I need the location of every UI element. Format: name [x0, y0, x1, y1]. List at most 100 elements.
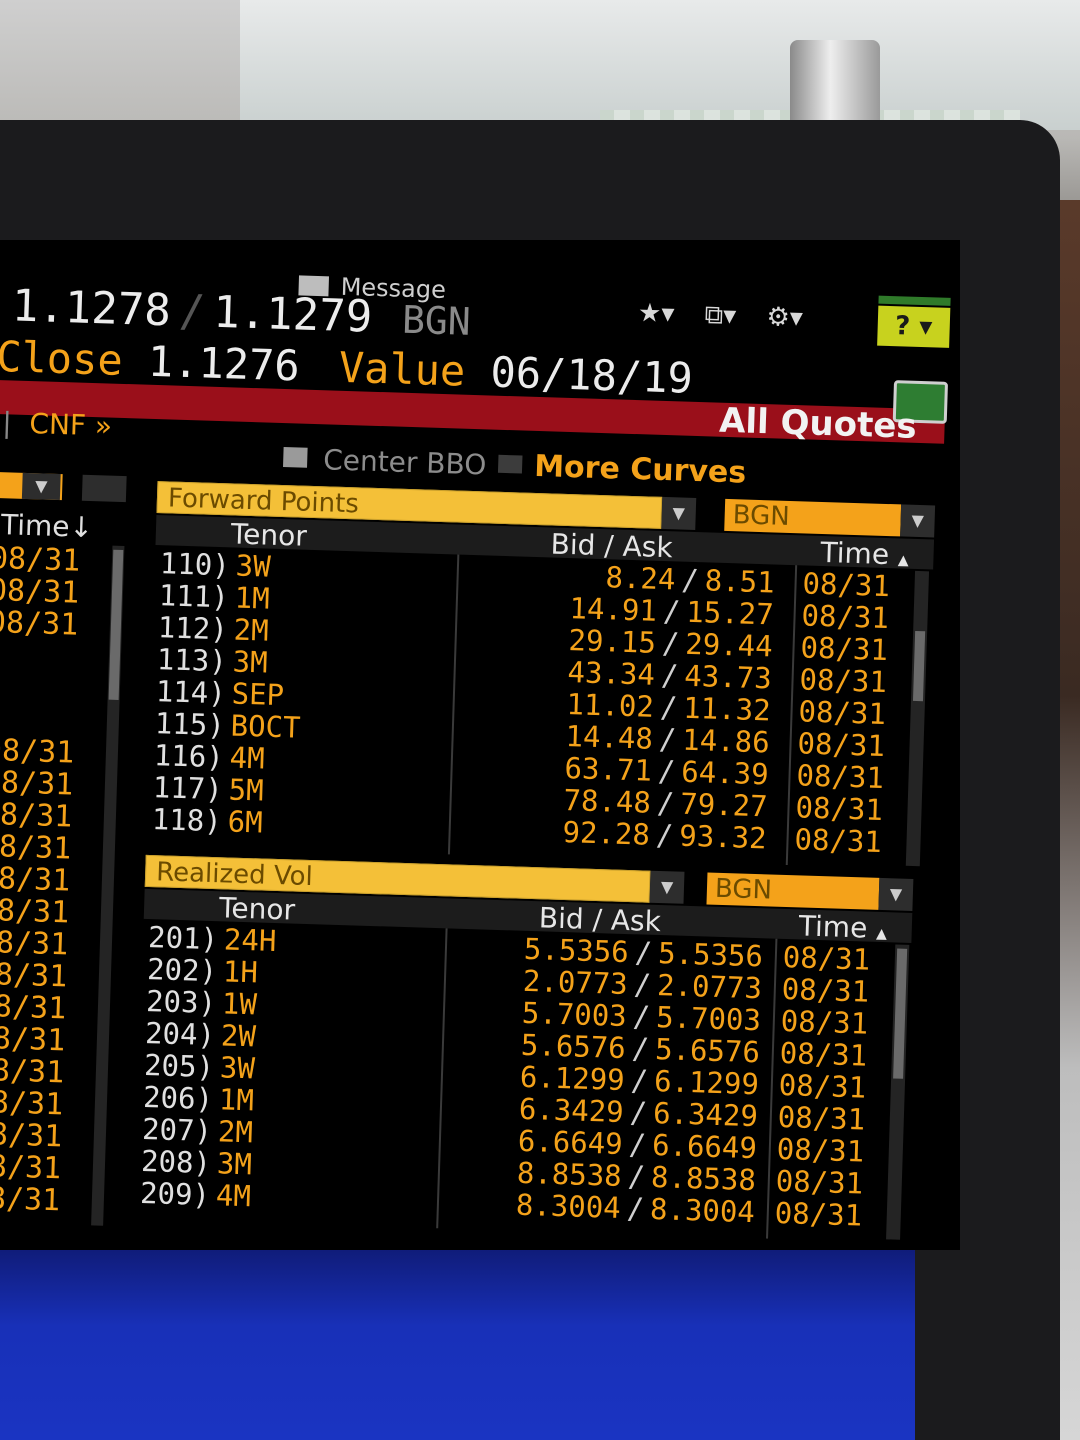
separator: / — [630, 1063, 649, 1098]
row-number: 111) — [158, 578, 230, 615]
ask-value: 11.32 — [682, 690, 772, 728]
tenor-label: 5M — [228, 772, 265, 808]
bid-value: 14.91 — [569, 591, 658, 628]
time-cell: 08/31 — [780, 1003, 869, 1041]
row-number: 203) — [145, 983, 217, 1021]
left-time-cell: 08/31 — [0, 732, 75, 771]
projector-screen — [240, 0, 1080, 132]
forward-points-source[interactable]: BGN — [724, 498, 902, 537]
ask-value: 8.51 — [704, 563, 776, 600]
tenor-label: 24H — [223, 922, 277, 959]
row-number: 110) — [159, 546, 231, 583]
ask-value: 43.73 — [683, 658, 773, 696]
forward-points-tenor-list: 110) 3W 111) 1M 112) 2M 113) 3M 114) SEP 115) BOCT 1… — [151, 546, 306, 840]
more-curves-checkbox[interactable] — [498, 454, 523, 474]
value-date: 06/18/19 — [489, 347, 694, 403]
realized-vol-source[interactable]: BGN — [706, 872, 880, 910]
bid-value: 78.48 — [563, 782, 652, 820]
time-cell: 08/31 — [776, 1131, 865, 1169]
left-time-cell: 08/31 — [0, 1020, 66, 1059]
left-time-cell: 08/31 — [0, 828, 72, 867]
left-empty-row — [0, 638, 78, 673]
realized-vol-time-list: 08/31 08/31 08/31 08/31 08/31 08/31 08/31 08/31… — [774, 940, 870, 1233]
time-cell: 08/31 — [781, 971, 870, 1009]
tenor-label: 4M — [215, 1178, 252, 1214]
popout-icon[interactable] — [81, 474, 127, 503]
time-cell: 08/31 — [794, 822, 883, 859]
left-time-cell: 08/31 — [0, 540, 81, 579]
separator: / — [658, 721, 677, 757]
left-time-cell: 08/31 — [0, 860, 71, 899]
favorite-star-icon[interactable]: ★▾ — [638, 298, 675, 329]
tenor-label: 1W — [221, 986, 258, 1022]
bid-value: 11.02 — [566, 687, 655, 724]
left-time-cell: 08/31 — [0, 924, 69, 963]
gear-icon[interactable]: ⚙▾ — [766, 302, 803, 333]
separator: / — [655, 817, 674, 853]
table-row[interactable]: 209) 4M — [140, 1176, 269, 1214]
price-source: BGN — [401, 297, 472, 344]
tenor-label: 2W — [220, 1018, 257, 1054]
close-value: 1.1276 — [147, 336, 301, 391]
time-cell: 08/31 — [778, 1067, 867, 1105]
bid-ask-header[interactable]: Bid / Ask — [550, 527, 673, 564]
forward-points-scrollbar[interactable] — [905, 570, 930, 867]
bid-value: 29.15 — [568, 623, 657, 660]
center-bbo-checkbox[interactable] — [283, 447, 308, 468]
help-button[interactable]: ? ▾ — [877, 305, 951, 348]
time-cell: 08/31 — [774, 1195, 863, 1233]
cnf-link[interactable]: | CNF » — [2, 406, 113, 442]
value-label: Value — [338, 342, 467, 396]
terminal-window: Message ★▾ ⧉▾ ⚙▾ ? ▾ 1.1278/1.1279 BGN Cl… — [0, 240, 960, 1250]
chevron-down-icon[interactable]: ▼ — [661, 496, 697, 530]
chevron-down-icon[interactable]: ▼ — [878, 877, 914, 911]
tenor-label: 1M — [218, 1082, 255, 1118]
left-time-cell: 08/31 — [0, 956, 68, 995]
tenor-label: 3M — [216, 1146, 253, 1182]
tenor-label: 4M — [229, 740, 266, 776]
time-cell: 08/31 — [800, 630, 889, 668]
bid-value: 14.48 — [565, 719, 654, 756]
left-empty-row — [0, 702, 76, 737]
separator: / — [660, 657, 679, 693]
left-time-cell: 08/31 — [0, 796, 73, 835]
window-icon[interactable]: ⧉▾ — [704, 300, 737, 331]
left-panel: ▼ Time↓ 08/31 08/31 08/31 08/31 08/31 08/31 08… — [0, 471, 133, 1246]
separator: / — [626, 1191, 645, 1226]
row-number: 202) — [146, 951, 218, 989]
realized-vol-scrollbar[interactable] — [886, 944, 910, 1240]
ask-price: 1.1279 — [212, 286, 373, 343]
row-number: 117) — [152, 770, 224, 807]
separator: / — [627, 1159, 646, 1194]
left-time-header[interactable]: Time↓ — [1, 508, 94, 544]
forward-points-time-list: 08/31 08/31 08/31 08/31 08/31 08/31 08/31 08/31… — [794, 566, 890, 859]
separator: / — [629, 1095, 648, 1130]
left-time-cell: 08/31 — [0, 1084, 64, 1123]
chevron-down-icon[interactable]: ▼ — [900, 504, 936, 538]
left-time-cell: 08/31 — [0, 892, 70, 931]
time-cell: 08/31 — [801, 598, 890, 636]
left-time-cell: 08/31 — [0, 604, 79, 643]
bid-value: 63.71 — [564, 751, 653, 788]
bid-value: 92.28 — [562, 814, 651, 852]
table-row[interactable]: 118) 6M — [151, 802, 298, 840]
row-number: 207) — [141, 1111, 213, 1149]
tenor-header[interactable]: Tenor — [219, 891, 296, 926]
time-header[interactable]: Time ▲ — [798, 909, 887, 945]
all-quotes-title: All Quotes — [718, 400, 918, 447]
bid-value: 8.3004 — [515, 1187, 622, 1225]
chevron-down-icon[interactable]: ▼ — [21, 472, 61, 501]
tenor-label: 3W — [235, 548, 272, 584]
bid-value: 43.34 — [567, 655, 656, 692]
row-number: 113) — [156, 642, 228, 679]
tenor-label: BOCT — [230, 708, 302, 745]
chevron-down-icon[interactable]: ▼ — [649, 870, 685, 904]
time-cell: 08/31 — [796, 758, 885, 796]
time-header[interactable]: Time ▲ — [820, 536, 909, 572]
tenor-label: 1H — [222, 954, 259, 990]
separator: / — [659, 689, 678, 725]
left-scrollbar[interactable] — [91, 545, 125, 1226]
separator: / — [680, 562, 700, 598]
tenor-header[interactable]: Tenor — [230, 517, 307, 552]
more-curves-link[interactable]: More Curves — [534, 449, 747, 491]
